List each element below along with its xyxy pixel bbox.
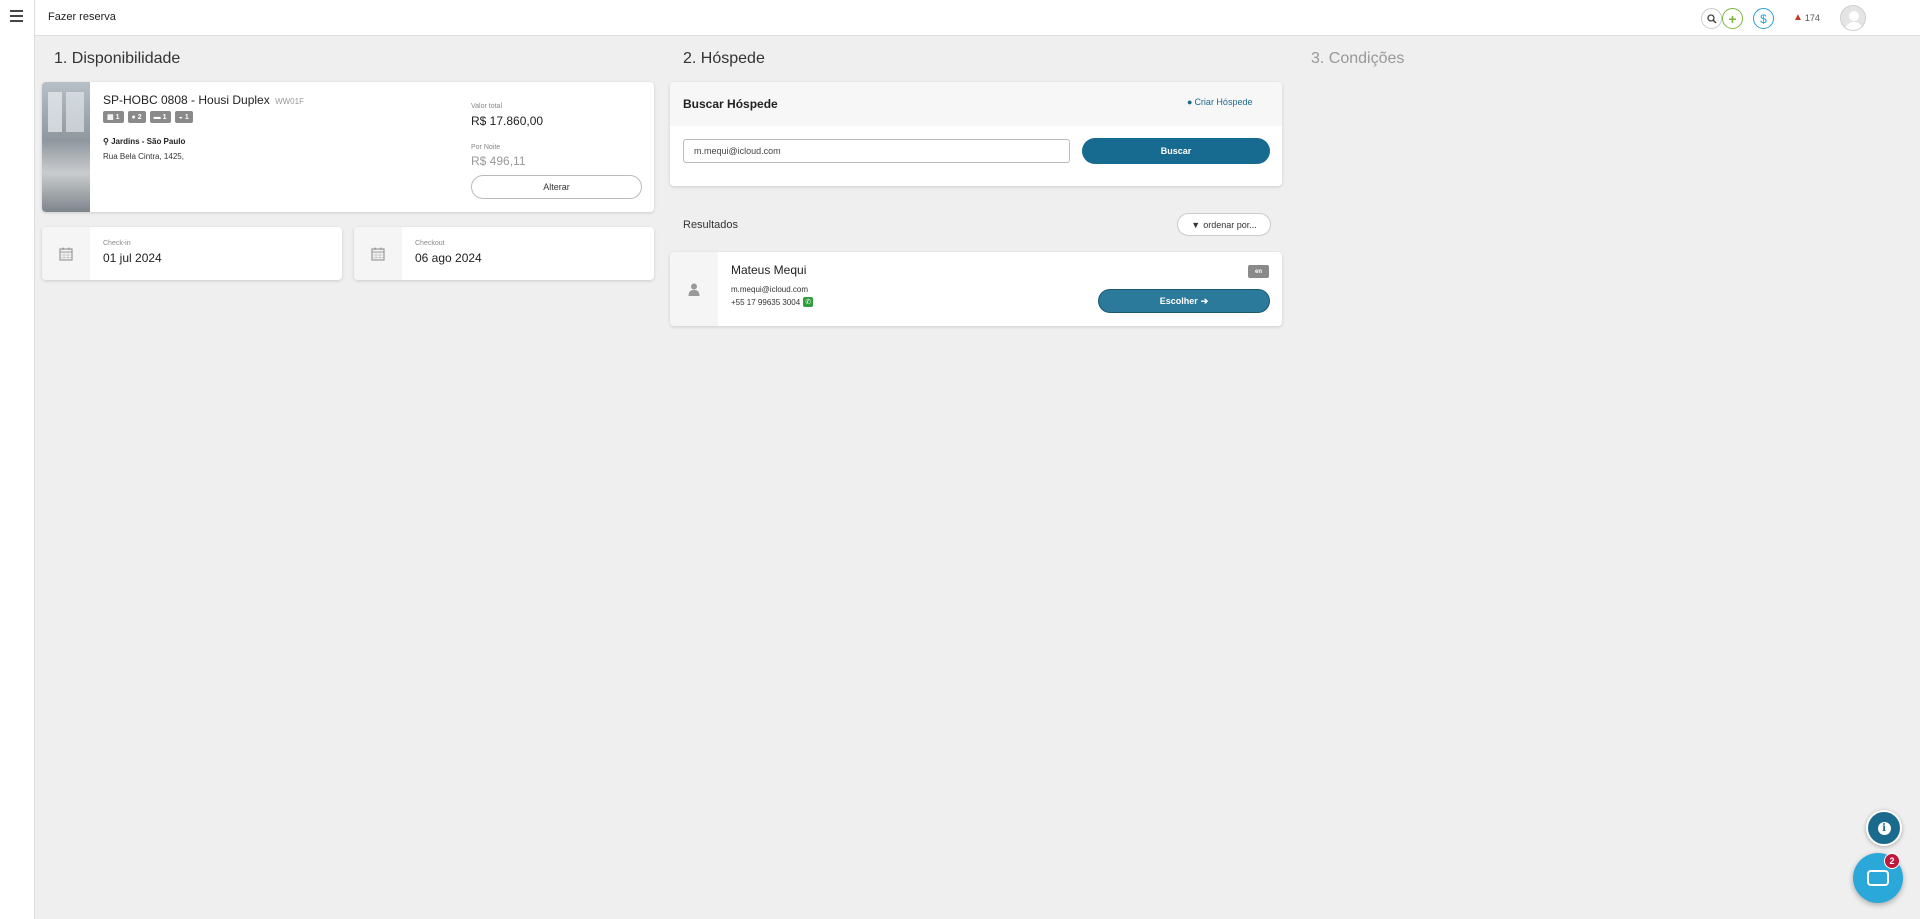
warning-icon: ▲ (1793, 12, 1803, 23)
guest-email: m.mequi@icloud.com (731, 285, 809, 294)
property-location: ⚲ Jardins - São Paulo (103, 137, 185, 146)
search-guest-card: Buscar Hóspede ● Criar Hóspede Buscar (670, 82, 1282, 186)
property-name-text: SP-HOBC 0808 - Housi Duplex (103, 93, 270, 107)
sort-button-label: ordenar por... (1203, 219, 1257, 230)
choose-guest-label: Escolher (1159, 296, 1198, 306)
property-location-text: Jardins - São Paulo (111, 137, 186, 146)
bath-icon: ◒ (178, 113, 183, 121)
search-icon[interactable] (1701, 8, 1722, 29)
beds-badge: ▬ 1 (149, 111, 171, 123)
language-tag: en (1248, 265, 1269, 278)
results-label: Resultados (683, 219, 739, 231)
baths-badge: ◒ 1 (174, 111, 193, 123)
left-rail (0, 0, 35, 919)
chat-unread-badge: 2 (1884, 853, 1900, 869)
cube-icon: ▦ (107, 114, 114, 121)
total-label: Valor total (471, 103, 502, 110)
info-icon: i (1877, 821, 1891, 835)
alerts-count: 174 (1804, 12, 1820, 23)
menu-icon[interactable] (10, 10, 23, 22)
checkout-value: 06 ago 2024 (415, 251, 482, 265)
page-title: Fazer reserva (48, 11, 116, 23)
create-guest-label: Criar Hóspede (1194, 97, 1253, 107)
bed-icon: ▬ (153, 113, 161, 121)
night-label: Por Noite (471, 144, 501, 151)
baths-count: 1 (184, 113, 189, 121)
map-marker-icon: ⚲ (103, 137, 109, 146)
total-value: R$ 17.860,00 (471, 114, 544, 128)
user-icon: ● (131, 113, 136, 121)
checkin-value: 01 jul 2024 (103, 251, 162, 265)
property-address: Rua Bela Cintra, 1425, (103, 152, 184, 161)
sort-button[interactable]: ▼ ordenar por... (1177, 213, 1271, 236)
create-guest-link[interactable]: ● Criar Hóspede (1187, 97, 1252, 107)
alerts-indicator[interactable]: ▲ 174 (1793, 12, 1820, 23)
whatsapp-icon[interactable]: ✆ (803, 297, 814, 307)
guests-badge: ● 2 (127, 111, 146, 123)
dollar-icon[interactable]: $ (1753, 8, 1774, 29)
property-photo (42, 82, 90, 212)
beds-count: 1 (162, 113, 167, 121)
top-bar: Fazer reserva (35, 0, 1920, 36)
checkin-label: Check-in (103, 240, 131, 247)
section-guest-title: 2. Hóspede (683, 50, 765, 67)
filter-icon: ▼ (1191, 219, 1201, 230)
search-button[interactable]: Buscar (1082, 138, 1270, 164)
night-value: R$ 496,11 (471, 154, 526, 168)
property-name: SP-HOBC 0808 - Housi Duplex WW01F (103, 93, 304, 107)
guest-phone: +55 17 99635 3004 ✆ (731, 297, 814, 307)
property-card: SP-HOBC 0808 - Housi Duplex WW01F ▦ 1 ● 2 … (42, 82, 654, 212)
property-code: WW01F (275, 97, 304, 106)
arrow-circle-right-icon: ➔ (1200, 295, 1209, 306)
user-icon: ● (1187, 97, 1193, 107)
avatar[interactable] (1840, 5, 1866, 31)
guests-count: 2 (137, 113, 142, 121)
add-icon[interactable]: + (1722, 8, 1743, 29)
guest-name: Mateus Mequi (731, 263, 807, 277)
info-button[interactable]: i (1866, 810, 1902, 846)
guest-result-card: Mateus Mequi m.mequi@icloud.com +55 17 9… (670, 252, 1282, 326)
change-button[interactable]: Alterar (471, 175, 642, 199)
section-availability-title: 1. Disponibilidade (54, 50, 181, 67)
guest-search-input[interactable] (683, 139, 1070, 163)
user-icon (670, 252, 718, 326)
section-conditions-title: 3. Condições (1311, 50, 1405, 67)
rooms-badge: ▦ 1 (103, 111, 124, 123)
checkout-card[interactable]: Checkout 06 ago 2024 (354, 227, 654, 280)
calendar-icon (42, 227, 90, 280)
choose-guest-button[interactable]: Escolher ➔ (1098, 289, 1270, 313)
search-guest-title: Buscar Hóspede (683, 97, 778, 111)
checkout-label: Checkout (415, 240, 445, 247)
property-badges: ▦ 1 ● 2 ▬ 1 ◒ 1 (103, 111, 193, 123)
rooms-count: 1 (115, 113, 120, 121)
guest-phone-text: +55 17 99635 3004 (731, 297, 801, 307)
chat-icon (1867, 870, 1889, 886)
calendar-icon (354, 227, 402, 280)
checkin-card[interactable]: Check-in 01 jul 2024 (42, 227, 342, 280)
